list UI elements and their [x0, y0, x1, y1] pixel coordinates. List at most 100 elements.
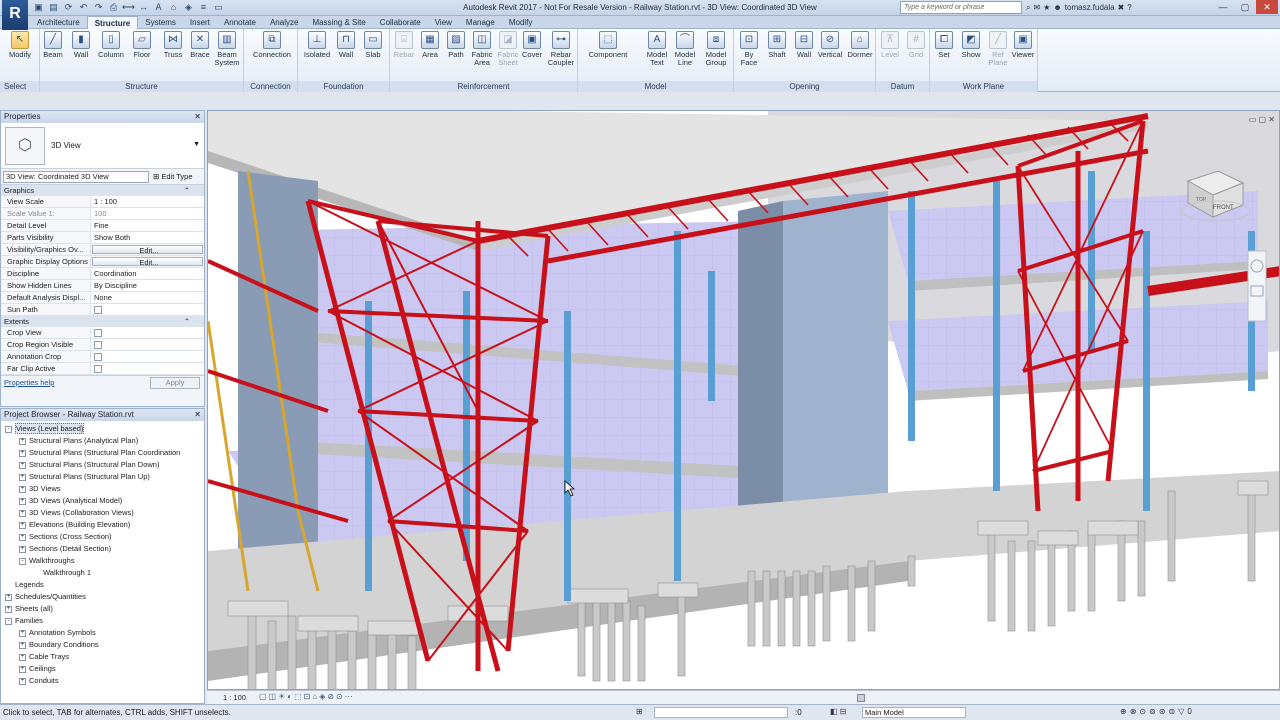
by-face-button[interactable]: ⊡ By Face [736, 31, 762, 67]
component-button[interactable]: ⬚ Component [582, 31, 634, 59]
column-button[interactable]: ▯ Column [96, 31, 126, 59]
edit-button[interactable]: Edit... [92, 245, 203, 254]
modify-button[interactable]: ↖ Modify [4, 31, 36, 59]
horizontal-scrollbar-thumb[interactable] [857, 694, 865, 702]
expand-icon[interactable]: + [19, 497, 26, 505]
wall-button[interactable]: ▮ Wall [68, 31, 94, 59]
dormer-button[interactable]: ⌂ Dormer [846, 31, 874, 59]
property-value[interactable]: By Discipline [91, 280, 204, 291]
beam-button[interactable]: ╱ Beam [40, 31, 66, 59]
measure-icon[interactable]: ⟷ [122, 2, 135, 13]
browser-tree-item[interactable]: + Cable Trays [1, 651, 204, 663]
viewport-window-controls[interactable]: ▭ ▢ ✕ [1249, 115, 1275, 124]
browser-tree-item[interactable]: + Structural Plans (Structural Plan Down) [1, 459, 204, 471]
browser-tree-item[interactable]: + Sections (Detail Section) [1, 543, 204, 555]
instance-selector[interactable]: 3D View: Coordinated 3D View [3, 171, 149, 183]
user-name[interactable]: tomasz.fudala [1065, 1, 1115, 14]
property-row[interactable]: Show Hidden Lines By Discipline [1, 280, 204, 292]
property-row[interactable]: Annotation Crop [1, 351, 204, 363]
expand-icon[interactable]: + [5, 593, 12, 601]
section-icon[interactable]: ◈ [182, 2, 195, 13]
browser-tree-item[interactable]: + Elevations (Building Elevation) [1, 519, 204, 531]
reinforcement-panel-label[interactable]: Reinforcement [390, 81, 577, 92]
tab-collaborate[interactable]: Collaborate [373, 16, 428, 29]
brace-button[interactable]: ✕ Brace [188, 31, 212, 59]
browser-tree-item[interactable]: +3D Views (Analytical Model) [1, 495, 204, 507]
model-text-button[interactable]: A Model Text [644, 31, 670, 67]
property-value[interactable]: Show Both [91, 232, 204, 243]
graphics-section-header[interactable]: Graphics ⌃ [1, 185, 204, 196]
tab-view[interactable]: View [428, 16, 459, 29]
view-scale[interactable]: 1 : 100 [223, 693, 246, 702]
expand-icon[interactable]: + [19, 521, 26, 529]
tab-structure[interactable]: Structure [86, 16, 139, 29]
expand-icon[interactable]: + [19, 473, 26, 481]
user-icon[interactable]: ☻ [1053, 1, 1061, 14]
browser-tree-item[interactable]: + Ceilings [1, 663, 204, 675]
wall-foundation-button[interactable]: ⊓ Wall [334, 31, 358, 59]
connection-panel-label[interactable]: Connection [244, 81, 297, 92]
ref-plane-button[interactable]: ╱ Ref Plane [986, 31, 1010, 67]
3d-view-canvas[interactable]: FRONT TOP ▭ ▢ ✕ [207, 110, 1280, 690]
help-search-input[interactable]: Type a keyword or phrase [900, 1, 1022, 14]
text-icon[interactable]: A [152, 2, 165, 13]
browser-tree-item[interactable]: + Boundary Conditions [1, 639, 204, 651]
property-value[interactable]: Coordination [91, 268, 204, 279]
expand-icon[interactable]: + [19, 437, 26, 445]
binoculars-icon[interactable]: ⌕ [1026, 1, 1030, 14]
viewcube-front-label[interactable]: FRONT [1213, 205, 1234, 211]
property-row[interactable]: Crop View [1, 327, 204, 339]
properties-help-link[interactable]: Properties help [4, 378, 54, 387]
design-options-icon[interactable]: ◧ ⊟ [830, 707, 846, 716]
property-checkbox[interactable] [91, 327, 204, 338]
view-control-icons[interactable]: ▢◫☀◐⬚⊡⌂◈⊘⊙⋯ [259, 692, 355, 701]
edit-button[interactable]: Edit... [92, 257, 203, 266]
help-icon[interactable]: ? [1127, 1, 1131, 14]
property-value[interactable]: 100 [91, 208, 204, 219]
truss-button[interactable]: ⋈ Truss [160, 31, 186, 59]
expand-icon[interactable]: + [19, 629, 26, 637]
shaft-button[interactable]: ⊞ Shaft [764, 31, 790, 59]
model-line-button[interactable]: ⌒ Model Line [672, 31, 698, 67]
dimension-icon[interactable]: ↔ [137, 2, 150, 13]
browser-tree-item[interactable]: +3D Views [1, 483, 204, 495]
close-icon[interactable]: ✕ [194, 111, 201, 123]
property-row[interactable]: View Scale 1 : 100 [1, 196, 204, 208]
extents-section-header[interactable]: Extents ⌃ [1, 316, 204, 327]
area-reinforcement-button[interactable]: ▦ Area [418, 31, 442, 59]
tab-systems[interactable]: Systems [138, 16, 183, 29]
property-row[interactable]: Parts Visibility Show Both [1, 232, 204, 244]
wall-opening-button[interactable]: ⊟ Wall [792, 31, 816, 59]
collapse-icon[interactable]: - [19, 557, 26, 565]
browser-tree-item[interactable]: + Structural Plans (Structural Plan Coord… [1, 447, 204, 459]
expand-icon[interactable]: + [19, 533, 26, 541]
edit-type-button[interactable]: ⊞ Edit Type [153, 171, 193, 183]
browser-tree-item[interactable]: Legends [1, 579, 204, 591]
property-row[interactable]: Scale Value 1: 100 [1, 208, 204, 220]
select-panel-label[interactable]: Select [0, 81, 39, 92]
collapse-icon[interactable]: - [5, 425, 12, 433]
tab-architecture[interactable]: Architecture [30, 16, 87, 29]
worksets-icon[interactable]: ⊞ [636, 707, 643, 716]
apply-button[interactable]: Apply [150, 377, 200, 389]
browser-tree-item[interactable]: +3D Views (Collaboration Views) [1, 507, 204, 519]
browser-tree-item[interactable]: - Families [1, 615, 204, 627]
minimize-button[interactable]: — [1212, 0, 1234, 14]
property-checkbox[interactable] [91, 363, 204, 374]
expand-icon[interactable]: + [19, 545, 26, 553]
browser-tree-item[interactable]: + Conduits [1, 675, 204, 687]
checkbox[interactable] [94, 364, 102, 373]
browser-tree-item[interactable]: + Annotation Symbols [1, 627, 204, 639]
property-checkbox[interactable] [91, 339, 204, 350]
browser-tree-item[interactable]: + Sheets (all) [1, 603, 204, 615]
tab-manage[interactable]: Manage [459, 16, 502, 29]
browser-tree-item[interactable]: - Walkthroughs [1, 555, 204, 567]
property-row[interactable]: Crop Region Visible [1, 339, 204, 351]
collapse-icon[interactable]: - [5, 617, 12, 625]
exchange-icon[interactable]: ✖ [1118, 1, 1125, 14]
browser-tree-item[interactable]: Walkthrough 1 [1, 567, 204, 579]
property-value[interactable]: 1 : 100 [91, 196, 204, 207]
checkbox[interactable] [94, 352, 102, 361]
property-row[interactable]: Default Analysis Displ... None [1, 292, 204, 304]
browser-tree-item[interactable]: + Structural Plans (Analytical Plan) [1, 435, 204, 447]
